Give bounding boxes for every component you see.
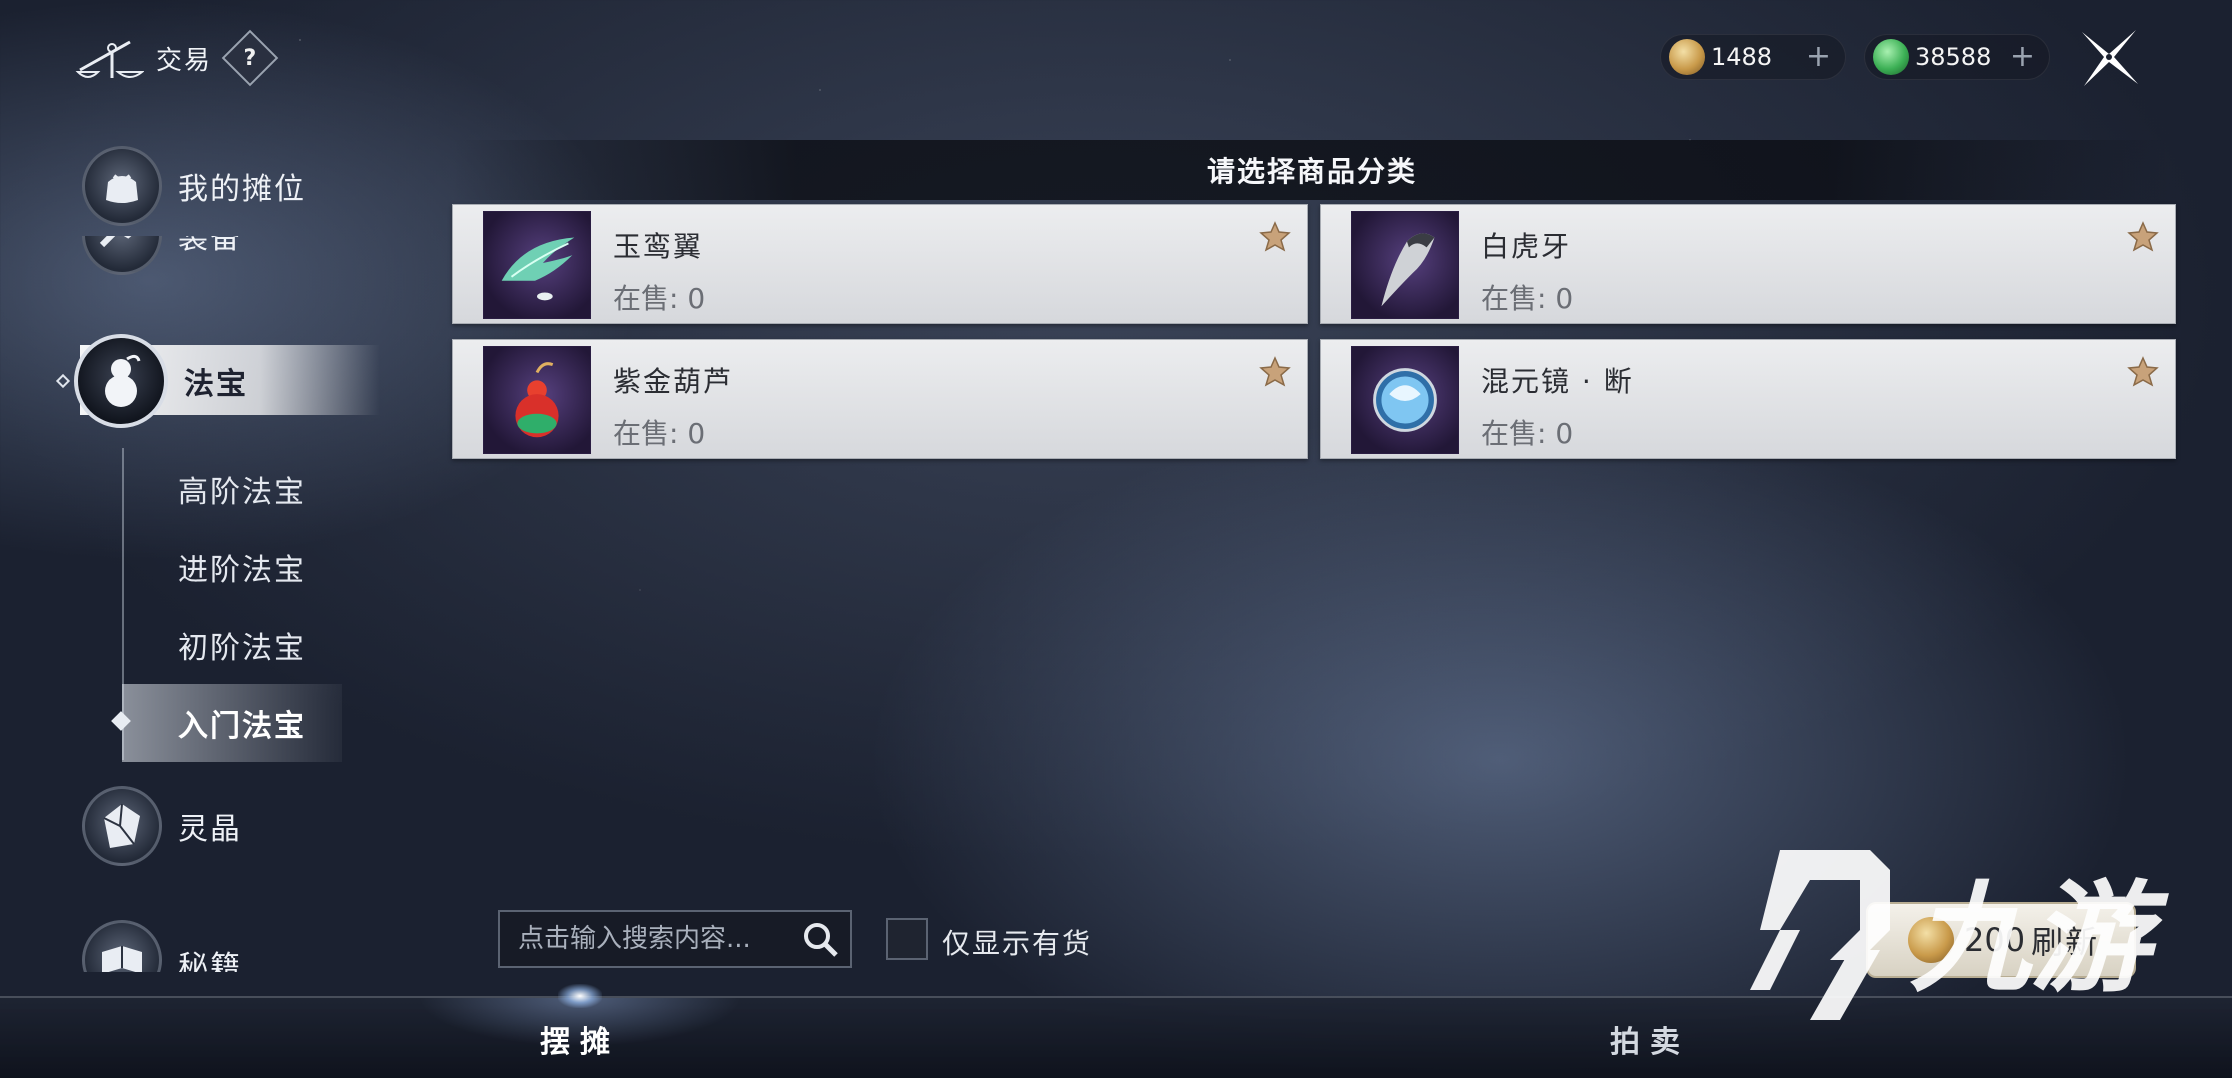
sidebar-item-fabao[interactable]: 法宝 bbox=[74, 334, 248, 428]
crystal-icon bbox=[82, 786, 162, 866]
sidebar-item-secret-book[interactable]: 秘籍 bbox=[82, 920, 242, 972]
subnav-item-entry[interactable]: 入门法宝 bbox=[122, 684, 342, 762]
stall-bag-icon bbox=[82, 146, 162, 226]
scale-icon bbox=[75, 40, 144, 78]
favorite-star-icon[interactable] bbox=[1259, 221, 1291, 253]
sidebar-item-crystal[interactable]: 灵晶 bbox=[82, 786, 242, 866]
add-gold-button[interactable]: + bbox=[1806, 42, 1831, 72]
active-tab-glow-icon bbox=[558, 984, 602, 1008]
search-icon[interactable] bbox=[800, 919, 840, 959]
help-icon: ? bbox=[243, 45, 257, 71]
jade-coin-icon bbox=[1873, 39, 1909, 75]
item-stock: 在售: 0 bbox=[1481, 417, 1574, 450]
purple-gold-gourd-icon bbox=[483, 346, 591, 454]
only-in-stock-label: 仅显示有货 bbox=[942, 927, 1093, 960]
equipment-icon bbox=[82, 236, 162, 275]
sidebar-item-label: 我的摊位 bbox=[178, 172, 306, 207]
sidebar-item-label: 秘籍 bbox=[178, 950, 242, 972]
jiuyou-watermark-logo: 九游 bbox=[1750, 850, 2169, 1020]
item-name: 紫金葫芦 bbox=[613, 365, 734, 398]
item-card-purple-gold-gourd[interactable]: 紫金葫芦 在售: 0 bbox=[452, 339, 1308, 459]
gourd-icon bbox=[74, 334, 168, 428]
help-button[interactable]: ? bbox=[221, 29, 279, 87]
favorite-star-icon[interactable] bbox=[2127, 356, 2159, 388]
search-input[interactable] bbox=[500, 924, 800, 954]
item-stock: 在售: 0 bbox=[613, 282, 706, 315]
favorite-star-icon[interactable] bbox=[1259, 356, 1291, 388]
gold-coin-icon bbox=[1669, 39, 1705, 75]
add-jade-button[interactable]: + bbox=[2010, 42, 2035, 72]
active-marker-icon bbox=[55, 373, 71, 389]
section-title: 请选择商品分类 bbox=[452, 140, 2172, 200]
search-box[interactable] bbox=[498, 910, 852, 968]
item-card-hunyuan-mirror[interactable]: 混元镜 · 断 在售: 0 bbox=[1320, 339, 2176, 459]
gold-currency-display: 1488 + bbox=[1660, 34, 1846, 80]
item-card-jade-wing[interactable]: 玉鸾翼 在售: 0 bbox=[452, 204, 1308, 324]
hunyuan-mirror-icon bbox=[1351, 346, 1459, 454]
subnav-item-advanced[interactable]: 进阶法宝 bbox=[122, 528, 342, 606]
tab-stall[interactable]: 摆摊 bbox=[380, 998, 780, 1078]
watermark-text: 九游 bbox=[1910, 870, 2169, 1009]
page-header: 交易 ? bbox=[74, 29, 279, 87]
subnav-item-advanced-high[interactable]: 高阶法宝 bbox=[122, 450, 342, 528]
item-name: 玉鸾翼 bbox=[613, 230, 704, 263]
page-title: 交易 bbox=[156, 45, 213, 76]
only-in-stock-checkbox[interactable] bbox=[886, 918, 928, 960]
jade-wing-icon bbox=[483, 211, 591, 319]
sidebar-item-my-stall[interactable]: 我的摊位 bbox=[82, 146, 306, 226]
item-card-tiger-fang[interactable]: 白虎牙 在售: 0 bbox=[1320, 204, 2176, 324]
favorite-star-icon[interactable] bbox=[2127, 221, 2159, 253]
item-name: 混元镜 · 断 bbox=[1481, 365, 1634, 398]
tiger-fang-icon bbox=[1351, 211, 1459, 319]
gold-amount: 1488 bbox=[1711, 43, 1773, 71]
sidebar-item-label: 灵晶 bbox=[178, 812, 242, 847]
item-stock: 在售: 0 bbox=[613, 417, 706, 450]
jade-amount: 38588 bbox=[1915, 43, 1992, 71]
item-stock: 在售: 0 bbox=[1481, 282, 1574, 315]
sidebar-item-label: 法宝 bbox=[184, 367, 248, 402]
subnav-item-beginner[interactable]: 初阶法宝 bbox=[122, 606, 342, 684]
sidebar-item-equipment[interactable]: 装备 bbox=[82, 236, 242, 290]
sidebar-item-label: 装备 bbox=[178, 236, 242, 256]
close-icon[interactable] bbox=[2076, 24, 2142, 90]
jade-currency-display: 38588 + bbox=[1864, 34, 2050, 80]
item-name: 白虎牙 bbox=[1481, 230, 1572, 263]
book-icon bbox=[82, 920, 162, 972]
